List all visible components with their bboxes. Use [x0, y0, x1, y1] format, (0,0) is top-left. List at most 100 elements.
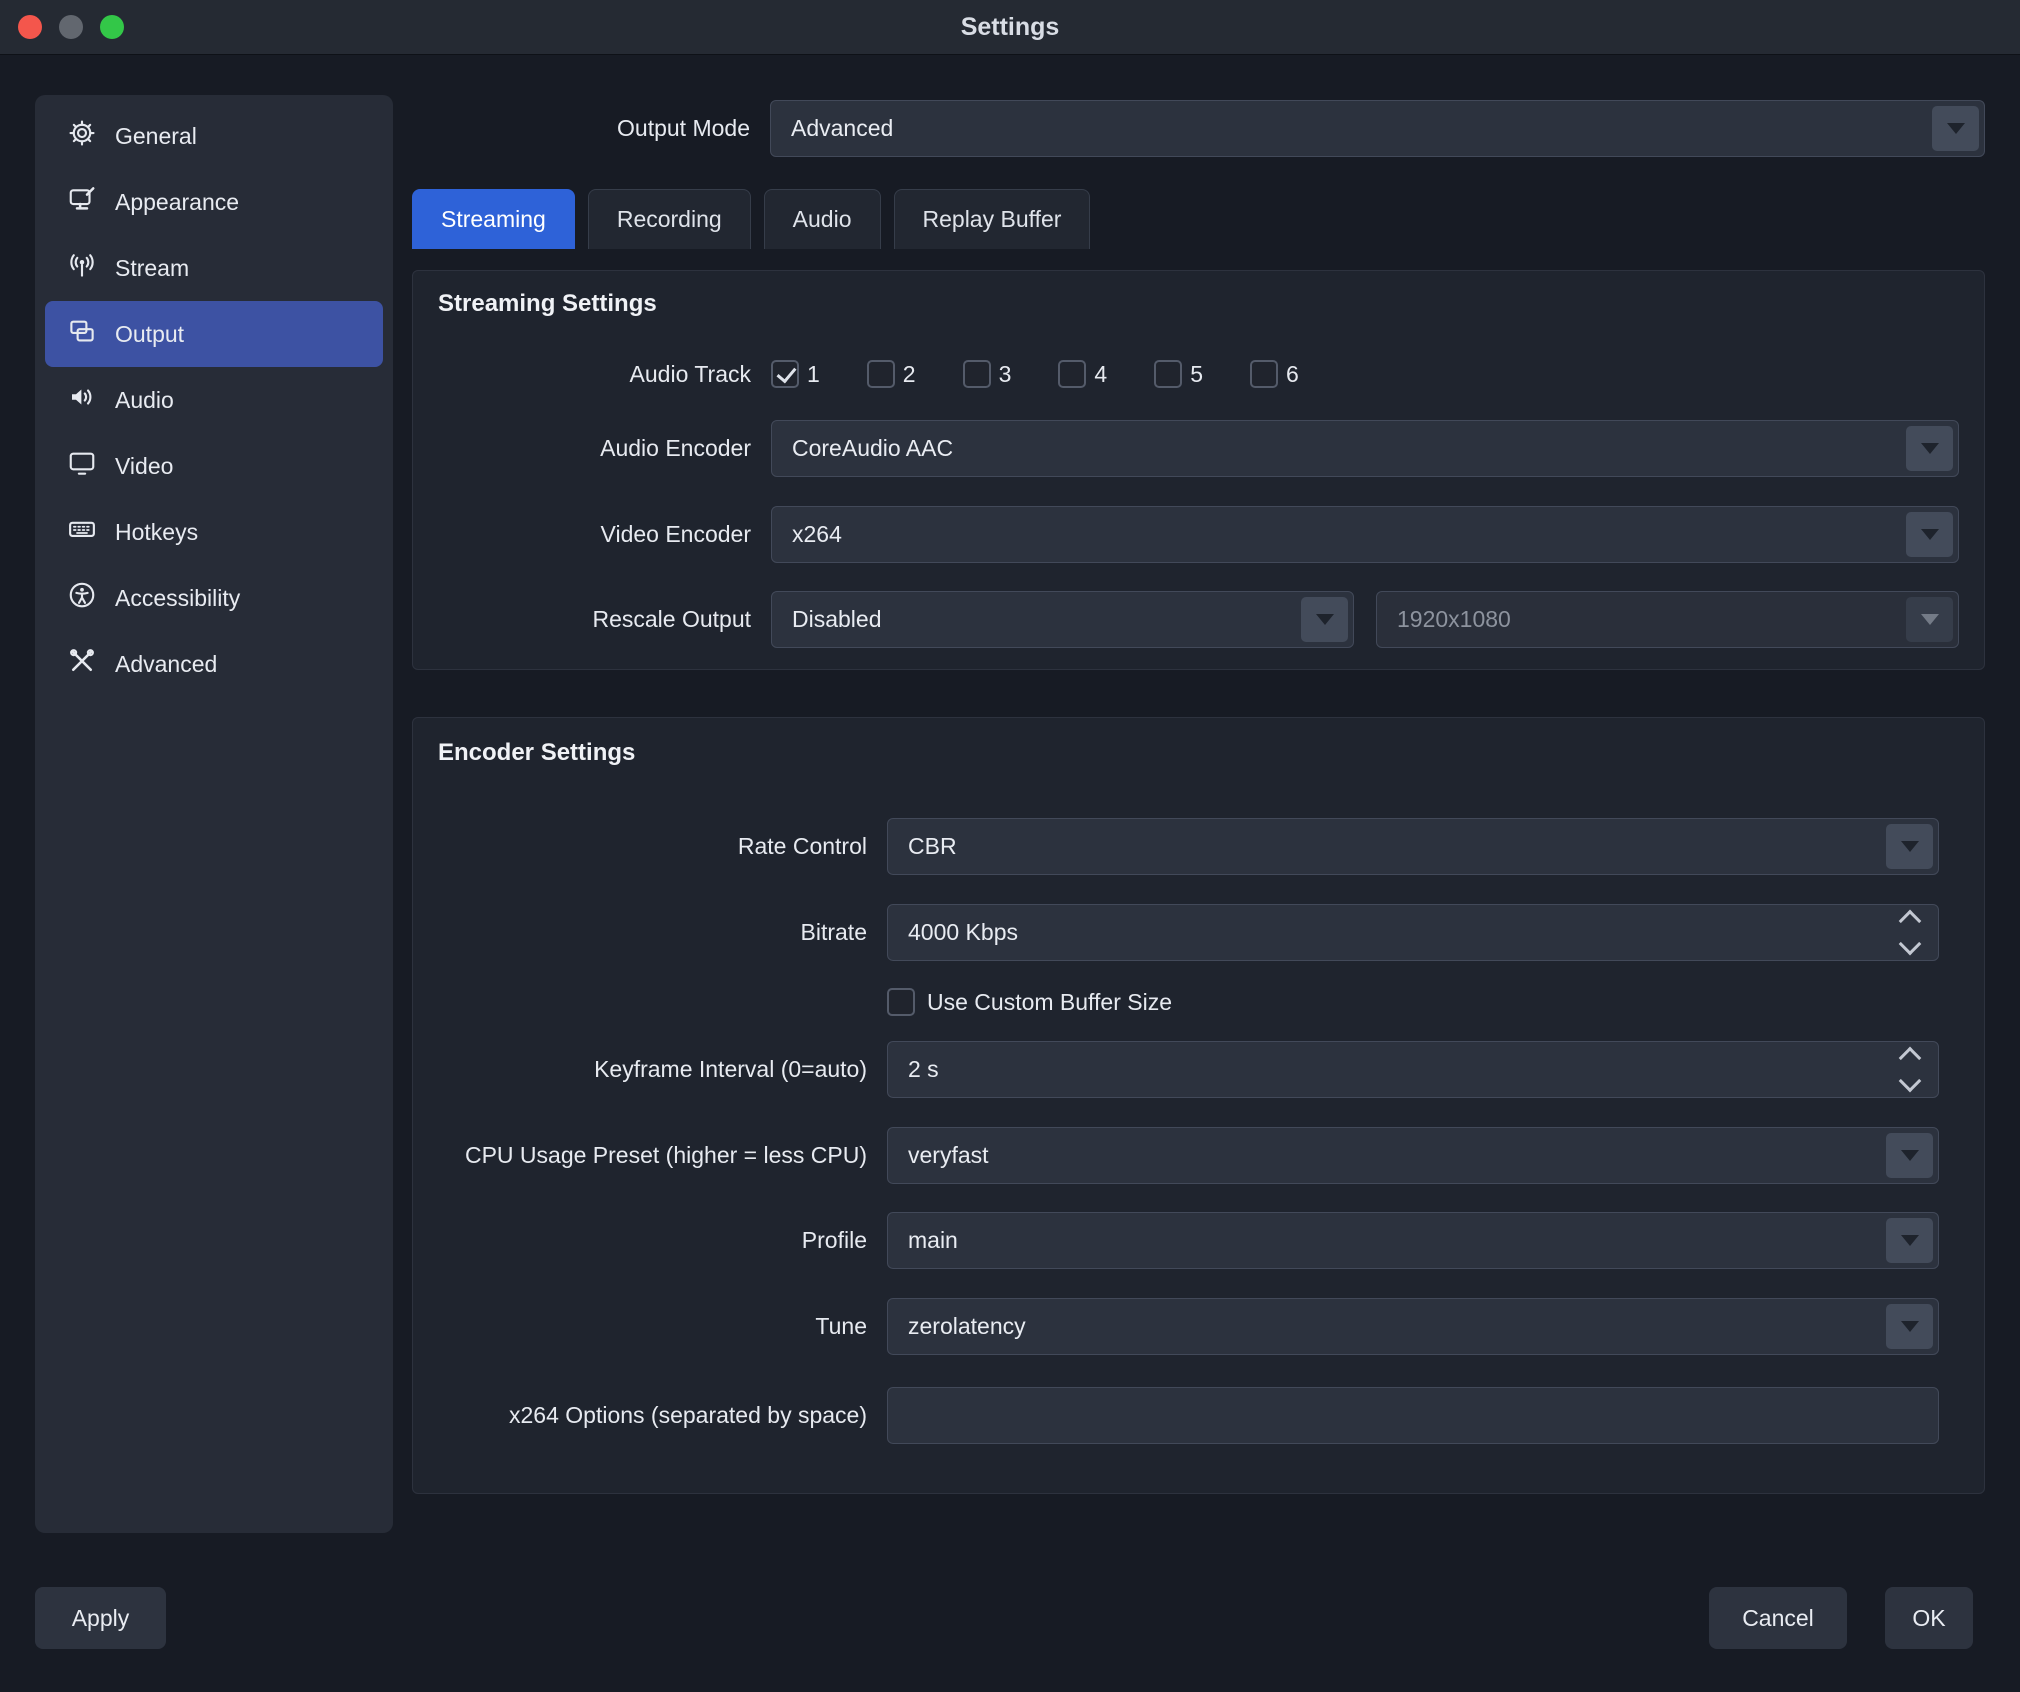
titlebar: Settings	[0, 0, 2020, 55]
stream-icon	[67, 250, 97, 286]
chevron-down-icon	[1886, 1304, 1933, 1349]
audio-icon	[67, 382, 97, 418]
chevron-down-icon	[1906, 597, 1953, 642]
rescale-resolution-select[interactable]: 1920x1080	[1376, 591, 1959, 648]
sidebar-item-label: Appearance	[115, 189, 239, 216]
audio-track-2-checkbox[interactable]	[867, 360, 895, 388]
chevron-down-icon	[1906, 426, 1953, 471]
rescale-output-select[interactable]: Disabled	[771, 591, 1354, 648]
output-icon	[67, 316, 97, 352]
output-settings-page: Output Mode Advanced Streaming Recording…	[412, 95, 1985, 1494]
video-encoder-label: Video Encoder	[438, 521, 771, 548]
rate-control-select[interactable]: CBR	[887, 818, 1939, 875]
spin-up-icon[interactable]	[1899, 1047, 1922, 1070]
rescale-output-value: Disabled	[792, 606, 882, 633]
gear-icon	[67, 118, 97, 154]
ok-button[interactable]: OK	[1885, 1587, 1973, 1649]
sidebar-item-label: Advanced	[115, 651, 217, 678]
sidebar-item-label: Hotkeys	[115, 519, 198, 546]
bitrate-spinner[interactable]: 4000 Kbps	[887, 904, 1939, 961]
audio-encoder-label: Audio Encoder	[438, 435, 771, 462]
tune-label: Tune	[438, 1313, 887, 1340]
minimize-button[interactable]	[59, 15, 83, 39]
audio-encoder-select[interactable]: CoreAudio AAC	[771, 420, 1959, 477]
video-encoder-select[interactable]: x264	[771, 506, 1959, 563]
sidebar-item-general[interactable]: General	[45, 103, 383, 169]
profile-value: main	[908, 1227, 958, 1254]
hotkeys-icon	[67, 514, 97, 550]
spin-down-icon[interactable]	[1899, 1070, 1922, 1093]
x264-options-field	[887, 1387, 1939, 1444]
sidebar-item-appearance[interactable]: Appearance	[45, 169, 383, 235]
tune-select[interactable]: zerolatency	[887, 1298, 1939, 1355]
chevron-down-icon	[1886, 824, 1933, 869]
group-title: Streaming Settings	[438, 271, 1959, 319]
zoom-button[interactable]	[100, 15, 124, 39]
sidebar-item-advanced[interactable]: Advanced	[45, 631, 383, 697]
profile-select[interactable]: main	[887, 1212, 1939, 1269]
chevron-down-icon	[1932, 106, 1979, 151]
video-icon	[67, 448, 97, 484]
close-button[interactable]	[18, 15, 42, 39]
sidebar-item-audio[interactable]: Audio	[45, 367, 383, 433]
output-tabs: Streaming Recording Audio Replay Buffer	[412, 189, 1985, 249]
audio-track-5-checkbox[interactable]	[1154, 360, 1182, 388]
audio-encoder-value: CoreAudio AAC	[792, 435, 953, 462]
audio-track-6-label: 6	[1286, 361, 1299, 388]
audio-track-6-checkbox[interactable]	[1250, 360, 1278, 388]
keyframe-interval-spinner[interactable]: 2 s	[887, 1041, 1939, 1098]
sidebar-item-label: General	[115, 123, 197, 150]
sidebar-item-label: Accessibility	[115, 585, 240, 612]
cancel-button[interactable]: Cancel	[1709, 1587, 1847, 1649]
tab-replay-buffer[interactable]: Replay Buffer	[894, 189, 1091, 249]
cpu-preset-select[interactable]: veryfast	[887, 1127, 1939, 1184]
keyframe-interval-label: Keyframe Interval (0=auto)	[438, 1056, 887, 1083]
sidebar-item-video[interactable]: Video	[45, 433, 383, 499]
sidebar-item-output[interactable]: Output	[45, 301, 383, 367]
sidebar-item-label: Stream	[115, 255, 189, 282]
sidebar-item-label: Video	[115, 453, 173, 480]
tab-streaming[interactable]: Streaming	[412, 189, 575, 249]
sidebar-item-accessibility[interactable]: Accessibility	[45, 565, 383, 631]
audio-track-3-checkbox[interactable]	[963, 360, 991, 388]
x264-options-input[interactable]	[908, 1401, 1918, 1430]
apply-button[interactable]: Apply	[35, 1587, 166, 1649]
streaming-settings-group: Streaming Settings Audio Track 1 2 3	[412, 270, 1985, 670]
appearance-icon	[67, 184, 97, 220]
audio-track-2-label: 2	[903, 361, 916, 388]
window-title: Settings	[961, 13, 1060, 42]
sidebar-item-label: Output	[115, 321, 184, 348]
rate-control-label: Rate Control	[438, 833, 887, 860]
sidebar-item-label: Audio	[115, 387, 174, 414]
tab-recording[interactable]: Recording	[588, 189, 751, 249]
cpu-preset-value: veryfast	[908, 1142, 989, 1169]
audio-track-1-checkbox[interactable]	[771, 360, 799, 388]
audio-track-1-label: 1	[807, 361, 820, 388]
output-mode-select[interactable]: Advanced	[770, 100, 1985, 157]
chevron-down-icon	[1886, 1133, 1933, 1178]
tab-audio[interactable]: Audio	[764, 189, 881, 249]
window-controls	[18, 0, 124, 54]
spin-up-icon[interactable]	[1899, 910, 1922, 933]
use-custom-buffer-checkbox[interactable]	[887, 988, 915, 1016]
audio-track-5-label: 5	[1190, 361, 1203, 388]
audio-track-checkboxes: 1 2 3 4 5	[771, 360, 1959, 388]
output-mode-value: Advanced	[791, 115, 893, 142]
output-mode-label: Output Mode	[412, 115, 770, 142]
accessibility-icon	[67, 580, 97, 616]
x264-options-label: x264 Options (separated by space)	[438, 1402, 887, 1429]
chevron-down-icon	[1906, 512, 1953, 557]
sidebar-item-stream[interactable]: Stream	[45, 235, 383, 301]
bitrate-label: Bitrate	[438, 919, 887, 946]
spin-down-icon[interactable]	[1899, 933, 1922, 956]
cpu-preset-label: CPU Usage Preset (higher = less CPU)	[438, 1142, 887, 1169]
audio-track-4-checkbox[interactable]	[1058, 360, 1086, 388]
sidebar-item-hotkeys[interactable]: Hotkeys	[45, 499, 383, 565]
video-encoder-value: x264	[792, 521, 842, 548]
audio-track-label: Audio Track	[438, 361, 771, 388]
audio-track-3-label: 3	[999, 361, 1012, 388]
chevron-down-icon	[1886, 1218, 1933, 1263]
audio-track-4-label: 4	[1094, 361, 1107, 388]
settings-sidebar: General Appearance Stream Output Audio V…	[35, 95, 393, 1533]
use-custom-buffer-label: Use Custom Buffer Size	[927, 989, 1172, 1016]
